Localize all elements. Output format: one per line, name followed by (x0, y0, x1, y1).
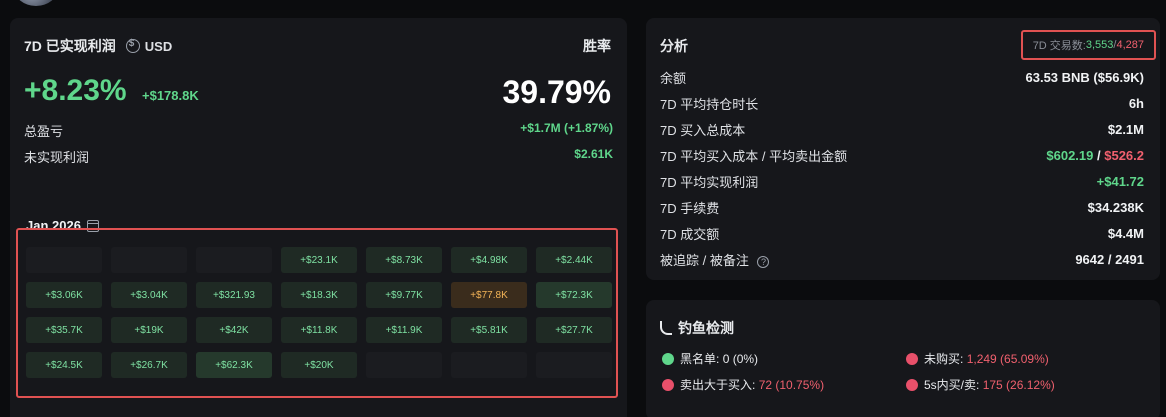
row-label: 7D 平均实现利润 (660, 175, 759, 190)
row-label: 被追踪 / 被备注 ? (660, 250, 770, 269)
avg-profit-row: 7D 平均实现利润 +$41.72 (660, 172, 1144, 191)
calendar-day-cell[interactable]: +$4.98K (451, 247, 527, 273)
green-dot-icon (662, 352, 674, 365)
calendar-day-cell[interactable]: +$20K (281, 352, 357, 378)
row-value: +$41.72 (1096, 174, 1144, 189)
calendar-day-cell[interactable]: +$11.9K (366, 317, 442, 343)
calendar-day-cell[interactable]: +$9.77K (366, 282, 442, 308)
unbought-label: 未购买: (924, 352, 964, 366)
analysis-title: 分析 (660, 38, 688, 54)
calendar-empty-cell (366, 352, 442, 378)
volume-row: 7D 成交额 $4.4M (660, 224, 1144, 243)
calendar-day-cell[interactable]: +$72.3K (536, 282, 612, 308)
row-value: 63.53 BNB ($56.9K) (1025, 70, 1145, 85)
winrate-value: 39.79% (502, 74, 611, 110)
row-label: 7D 成交额 (660, 227, 720, 242)
calendar-day-cell[interactable]: +$18.3K (281, 282, 357, 308)
fast-trade-label: 5s内买/卖: (924, 378, 980, 392)
row-label: 7D 平均买入成本 / 平均卖出金额 (660, 149, 848, 164)
avg-sell-value: $526.2 (1104, 148, 1144, 163)
calendar-day-cell[interactable]: +$3.04K (111, 282, 187, 308)
avg-hold-row: 7D 平均持仓时长 6h (660, 94, 1144, 113)
calendar-empty-cell (536, 352, 612, 378)
tracked-row: 被追踪 / 被备注 ? 9642 / 2491 (660, 250, 1144, 269)
calendar-day-cell[interactable]: +$62.3K (196, 352, 272, 378)
phishing-panel: 钓鱼检测 黑名单: 0 (0%) 未购买: 1,249 (65.09%) 卖出大… (646, 300, 1160, 417)
calendar-day-cell[interactable]: +$3.06K (26, 282, 102, 308)
unrealized-value: $2.61K (574, 147, 613, 161)
calendar-day-cell[interactable]: +$2.44K (536, 247, 612, 273)
sell-gt-buy-item: 卖出大于买入: 72 (10.75%) (662, 376, 824, 393)
pnl-calendar: +$23.1K +$8.73K +$4.98K +$2.44K +$3.06K +$3.0… (16, 228, 618, 398)
pnl-title: 7D 已实现利润 USD (24, 36, 172, 56)
fast-trade-item: 5s内买/卖: 175 (26.12%) (906, 376, 1055, 393)
currency-label[interactable]: USD (145, 39, 172, 54)
help-icon[interactable]: ? (757, 256, 770, 268)
fast-trade-value: 175 (26.12%) (982, 377, 1055, 392)
avg-buy-value: $602.19 (1046, 148, 1094, 163)
red-dot-icon (906, 352, 918, 365)
row-value: $602.19 / $526.2 (1046, 148, 1144, 163)
analysis-panel: 分析 7D 交易数: 3,553 / 4,287 余额 63.53 BNB ($… (646, 18, 1160, 280)
avatar (14, 0, 58, 6)
calendar-day-cell[interactable]: +$26.7K (111, 352, 187, 378)
winrate-label: 胜率 (583, 38, 611, 54)
blacklist-label: 黑名单: (680, 352, 720, 366)
calendar-day-cell[interactable]: +$35.7K (26, 317, 102, 343)
calendar-day-cell[interactable]: +$11.8K (281, 317, 357, 343)
red-dot-icon (662, 378, 674, 391)
unrealized-label: 未实现利润 (24, 150, 90, 165)
red-dot-icon (906, 378, 918, 391)
fees-row: 7D 手续费 $34.238K (660, 198, 1144, 217)
dollar-coin-icon[interactable] (125, 38, 140, 53)
calendar-day-cell[interactable]: +$19K (111, 317, 187, 343)
row-value: $4.4M (1107, 226, 1144, 241)
total-pnl-value: +$1.7M (+1.87%) (520, 121, 613, 135)
row-label: 7D 买入总成本 (660, 123, 746, 138)
calendar-empty-cell (451, 352, 527, 378)
calendar-day-cell[interactable]: +$23.1K (281, 247, 357, 273)
calendar-empty-cell (111, 247, 187, 273)
calendar-day-cell[interactable]: +$42K (196, 317, 272, 343)
calendar-day-cell[interactable]: +$5.81K (451, 317, 527, 343)
calendar-day-cell[interactable]: +$77.8K (451, 282, 527, 308)
pnl-title-text: 7D 已实现利润 (24, 38, 116, 54)
buy-cost-row: 7D 买入总成本 $2.1M (660, 120, 1144, 139)
calendar-day-cell[interactable]: +$8.73K (366, 247, 442, 273)
phishing-title-text: 钓鱼检测 (678, 320, 734, 336)
blacklist-value: 0 (0%) (722, 351, 759, 366)
sell-gt-buy-value: 72 (10.75%) (758, 377, 825, 392)
calendar-empty-cell (26, 247, 102, 273)
balance-row: 余额 63.53 BNB ($56.9K) (660, 68, 1144, 87)
row-label: 余额 (660, 71, 687, 86)
avg-buy-sell-row: 7D 平均买入成本 / 平均卖出金额 $602.19 / $526.2 (660, 146, 1144, 165)
tracked-label: 被追踪 / 被备注 (660, 253, 749, 268)
row-value: $2.1M (1107, 122, 1144, 137)
pnl-percent: +8.23% (24, 74, 127, 107)
value-separator: / (1093, 148, 1105, 163)
pnl-usd: +$178.8K (142, 88, 199, 103)
calendar-day-cell[interactable]: +$27.7K (536, 317, 612, 343)
row-value: $34.238K (1087, 200, 1144, 215)
fishhook-icon (660, 321, 672, 335)
row-value: 9642 / 2491 (1075, 252, 1144, 267)
tx-sell-count: 4,287 (1116, 39, 1144, 51)
row-value: 6h (1128, 96, 1144, 111)
tx-count-label: 7D 交易数: (1032, 40, 1086, 52)
blacklist-item: 黑名单: 0 (0%) (662, 350, 758, 367)
calendar-empty-cell (196, 247, 272, 273)
row-label: 7D 手续费 (660, 201, 720, 216)
tx-count: 7D 交易数: 3,553 / 4,287 (1020, 30, 1156, 60)
calendar-day-cell[interactable]: +$24.5K (26, 352, 102, 378)
calendar-day-cell[interactable]: +$321.93 (196, 282, 272, 308)
unbought-value: 1,249 (65.09%) (966, 351, 1049, 366)
tx-buy-count: 3,553 (1085, 39, 1114, 51)
unbought-item: 未购买: 1,249 (65.09%) (906, 350, 1049, 367)
row-label: 7D 平均持仓时长 (660, 97, 759, 112)
phishing-title: 钓鱼检测 (660, 318, 734, 338)
sell-gt-buy-label: 卖出大于买入: (680, 378, 756, 392)
total-pnl-label: 总盈亏 (24, 124, 64, 139)
